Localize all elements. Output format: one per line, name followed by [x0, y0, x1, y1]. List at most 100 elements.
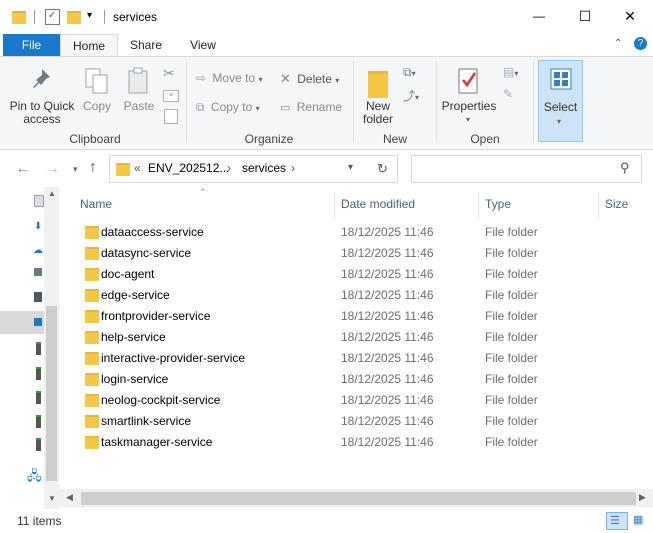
cut-icon[interactable]: ✂: [163, 65, 175, 82]
delete-button[interactable]: ✕ Delete ▾: [280, 71, 348, 89]
nav-item-icon[interactable]: [34, 292, 42, 302]
copy-label: Copy: [82, 99, 111, 113]
nav-item-icon[interactable]: [34, 195, 44, 207]
table-row[interactable]: taskmanager-service 18/12/2025 11:46 File …: [77, 432, 632, 453]
properties-quick-icon[interactable]: ✓: [45, 9, 60, 25]
drive-icon[interactable]: [36, 415, 41, 428]
this-pc-icon: [34, 318, 42, 326]
column-divider[interactable]: [334, 192, 335, 218]
rename-label: Rename: [296, 100, 343, 114]
group-separator: [186, 61, 187, 143]
file-date-modified: 18/12/2025 11:46: [341, 393, 434, 407]
chevron-down-icon: ▾: [258, 75, 263, 84]
file-date-modified: 18/12/2025 11:46: [341, 330, 434, 344]
move-to-button[interactable]: ⇨ Move to ▾: [196, 71, 272, 89]
paste-icon: [128, 67, 148, 94]
new-folder-quick-icon[interactable]: [67, 11, 81, 24]
address-dropdown-icon[interactable]: ▾: [348, 162, 353, 173]
table-row[interactable]: dataaccess-service 18/12/2025 11:46 File f…: [77, 222, 632, 243]
column-header-name[interactable]: Name: [80, 196, 330, 216]
column-divider[interactable]: [598, 192, 599, 218]
scroll-left-icon[interactable]: ◀: [66, 492, 73, 503]
paste-button[interactable]: Paste: [120, 61, 158, 127]
edit-icon[interactable]: ✎: [503, 87, 513, 101]
table-row[interactable]: login-service 18/12/2025 11:46 File folder: [77, 369, 632, 390]
table-row[interactable]: doc-agent 18/12/2025 11:46 File folder: [77, 264, 632, 285]
address-bar[interactable]: « ENV_202512... › services › ▾: [109, 155, 373, 183]
file-date-modified: 18/12/2025 11:46: [341, 225, 434, 239]
breadcrumb-separator-icon[interactable]: ›: [227, 161, 231, 175]
nav-item-icon[interactable]: ⬇: [34, 221, 42, 232]
table-row[interactable]: neolog-cockpit-service 18/12/2025 11:46 Fi…: [77, 390, 632, 411]
table-row[interactable]: frontprovider-service 18/12/2025 11:46 Fil…: [77, 306, 632, 327]
tab-share[interactable]: Share: [120, 34, 172, 56]
drive-icon[interactable]: [36, 342, 41, 355]
table-row[interactable]: help-service 18/12/2025 11:46 File folder: [77, 327, 632, 348]
network-icon[interactable]: 🖧: [27, 467, 42, 489]
rename-button[interactable]: ▭ Rename: [280, 100, 348, 118]
drive-icon[interactable]: [36, 391, 41, 404]
folder-icon: [85, 226, 99, 239]
tab-view[interactable]: View: [178, 34, 228, 56]
breadcrumb-separator-icon[interactable]: ›: [291, 161, 295, 175]
maximize-button[interactable]: ☐: [562, 0, 608, 32]
breadcrumb-segment[interactable]: services: [242, 161, 286, 175]
select-button[interactable]: Select ▾: [538, 60, 583, 142]
details-view-button[interactable]: ☰: [606, 512, 628, 530]
scroll-down-icon[interactable]: ▼: [48, 494, 56, 503]
drive-icon[interactable]: [36, 438, 41, 451]
scroll-right-icon[interactable]: ▶: [639, 492, 646, 503]
folder-icon: [116, 163, 130, 176]
copy-button[interactable]: Copy: [78, 61, 116, 127]
nav-item-icon[interactable]: [34, 268, 42, 276]
table-row[interactable]: interactive-provider-service 18/12/2025 1…: [77, 348, 632, 369]
forward-arrow-icon[interactable]: →: [44, 160, 60, 178]
file-type: File folder: [485, 246, 538, 260]
table-row[interactable]: edge-service 18/12/2025 11:46 File folder: [77, 285, 632, 306]
collapse-ribbon-icon[interactable]: ⌃: [614, 38, 622, 49]
scrollbar-thumb[interactable]: [46, 306, 57, 481]
help-icon[interactable]: ?: [634, 37, 647, 50]
up-arrow-icon[interactable]: ↑: [89, 159, 97, 177]
ribbon-tabs: File Home Share View ⌃ ?: [0, 34, 653, 57]
column-header-size[interactable]: Size: [605, 196, 650, 216]
large-icons-view-button[interactable]: ▦: [630, 512, 648, 528]
copy-path-icon[interactable]: ≡: [163, 90, 179, 102]
scrollbar-thumb[interactable]: [81, 492, 636, 505]
cloud-icon[interactable]: ☁: [33, 245, 43, 256]
breadcrumb-segment[interactable]: ENV_202512...: [148, 161, 229, 175]
file-name: taskmanager-service: [101, 435, 213, 449]
file-name: datasync-service: [101, 246, 192, 260]
pin-label-2: access: [23, 112, 61, 126]
new-folder-button[interactable]: New folder: [358, 61, 398, 127]
tab-file[interactable]: File: [3, 34, 60, 56]
properties-button[interactable]: Properties ▾: [440, 61, 498, 133]
refresh-button[interactable]: ↻: [370, 155, 398, 183]
table-row[interactable]: datasync-service 18/12/2025 11:46 File fol…: [77, 243, 632, 264]
easy-access-icon[interactable]: ⤴▾: [403, 87, 419, 104]
customize-quick-access-icon[interactable]: ▾: [87, 10, 92, 21]
drive-icon[interactable]: [36, 367, 41, 380]
copy-to-button[interactable]: ⧉ Copy to ▾: [196, 100, 272, 118]
scroll-up-icon[interactable]: ▲: [48, 189, 56, 198]
column-divider[interactable]: [478, 192, 479, 218]
open-icon[interactable]: ▤▾: [503, 65, 518, 79]
column-header-type[interactable]: Type: [485, 196, 595, 216]
close-button[interactable]: ✕: [607, 0, 653, 32]
column-header-date-modified[interactable]: Date modified: [341, 196, 471, 216]
paste-label: Paste: [123, 99, 155, 113]
breadcrumb-overflow[interactable]: «: [134, 161, 141, 175]
minimize-button[interactable]: —: [516, 0, 562, 32]
paste-shortcut-icon[interactable]: [164, 109, 178, 124]
file-type: File folder: [485, 267, 538, 281]
search-input[interactable]: ⚲: [411, 155, 642, 183]
tab-home[interactable]: Home: [60, 34, 118, 57]
new-item-icon[interactable]: ⧉▾: [403, 65, 416, 80]
pin-to-quick-access-button[interactable]: Pin to Quick access: [8, 61, 74, 127]
table-row[interactable]: smartlink-service 18/12/2025 11:46 File fo…: [77, 411, 632, 432]
back-arrow-icon[interactable]: ←: [15, 160, 31, 178]
folder-icon: [12, 11, 26, 24]
folder-icon: [85, 394, 99, 407]
recent-locations-icon[interactable]: ▾: [73, 164, 78, 175]
navigation-scrollbar[interactable]: ▲ ▼: [44, 187, 59, 509]
